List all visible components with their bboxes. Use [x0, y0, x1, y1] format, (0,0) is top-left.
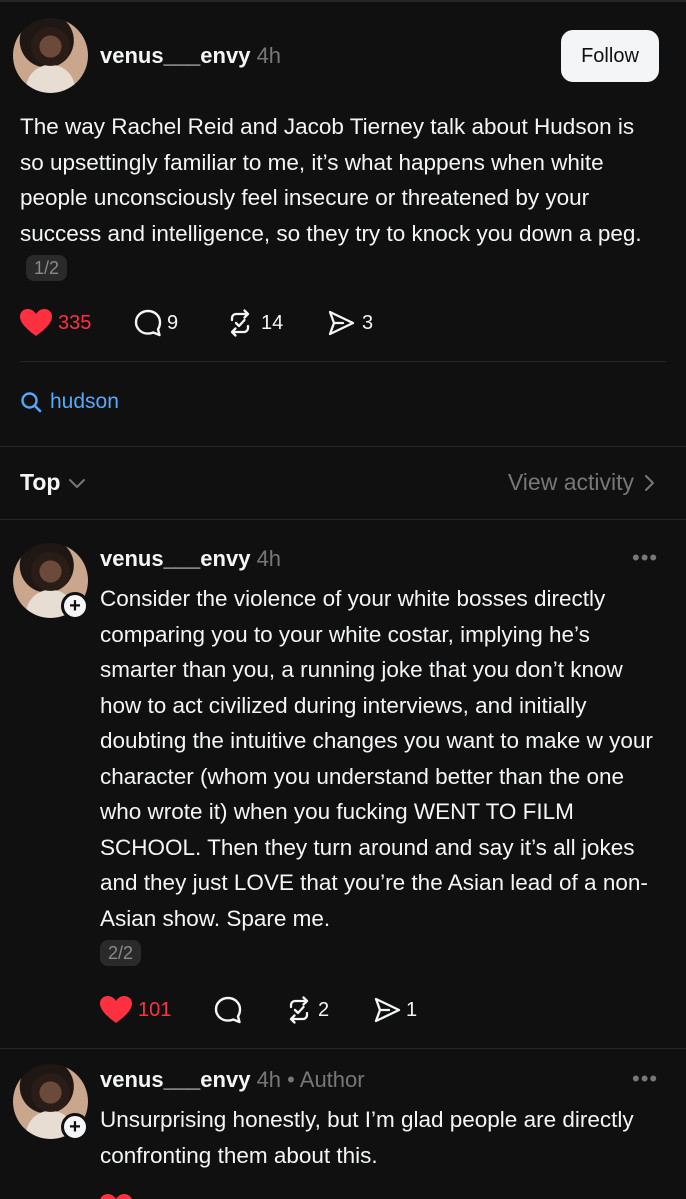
share-button[interactable]: 1 [372, 995, 417, 1025]
section-divider [0, 446, 686, 447]
share-button[interactable]: 3 [326, 308, 373, 338]
view-activity-link[interactable]: View activity [508, 469, 660, 496]
sort-label: Top [20, 469, 61, 495]
post-text: The way Rachel Reid and Jacob Tierney ta… [20, 109, 660, 287]
reply-actions: 101 2 1 [100, 995, 500, 1025]
repost-button[interactable]: 2 [284, 995, 329, 1025]
chevron-down-icon [69, 478, 86, 488]
top-divider [0, 0, 686, 2]
speech-bubble-icon [134, 309, 162, 337]
heart-icon [100, 1194, 132, 1199]
reply-button[interactable]: 9 [133, 308, 178, 338]
send-icon [328, 310, 355, 336]
reply-username[interactable]: venus___envy [100, 546, 250, 571]
repost-icon [289, 996, 309, 1024]
follow-button[interactable]: Follow [561, 30, 659, 82]
reply-actions-partial [100, 1194, 400, 1199]
more-icon[interactable]: ••• [632, 545, 658, 571]
speech-bubble-icon [214, 996, 242, 1024]
reply-avatar[interactable]: + [13, 1064, 89, 1141]
reply-time: 4h [256, 1067, 282, 1092]
more-icon[interactable]: ••• [632, 1066, 658, 1092]
like-count: 101 [138, 998, 172, 1021]
reply-text: Unsurprising honestly, but I’m glad peop… [100, 1102, 666, 1173]
reply-page-wrap: 2/2 [100, 940, 142, 966]
reply-body: Unsurprising honestly, but I’m glad peop… [100, 1107, 634, 1168]
chevron-right-icon [645, 474, 654, 491]
reply-button[interactable] [213, 995, 243, 1025]
post-time: 4h [256, 43, 282, 68]
thread-page-badge: 2/2 [100, 940, 142, 966]
author-tag: • Author [287, 1067, 365, 1092]
heart-icon [20, 309, 52, 336]
repost-button[interactable]: 14 [225, 308, 283, 338]
reply-count: 9 [167, 311, 179, 334]
sort-dropdown[interactable]: Top [20, 469, 88, 496]
username[interactable]: venus___envy [100, 43, 250, 68]
reply-avatar[interactable]: + [13, 543, 89, 620]
post-actions: 335 9 14 3 [20, 308, 440, 338]
reply-header: venus___envy 4h [100, 546, 281, 572]
reply-username[interactable]: venus___envy [100, 1067, 250, 1092]
repost-icon [230, 309, 250, 337]
reply-header: venus___envy 4h • Author [100, 1067, 365, 1093]
send-icon [374, 997, 401, 1023]
like-button[interactable]: 335 [20, 308, 91, 338]
post-header: venus___envy 4h [100, 43, 281, 69]
plus-icon[interactable]: + [61, 592, 89, 620]
thread-page-badge: 1/2 [26, 255, 68, 281]
post-body: The way Rachel Reid and Jacob Tierney ta… [20, 114, 642, 246]
reply-divider [0, 1048, 686, 1049]
reply-body: Consider the violence of your white boss… [100, 586, 653, 931]
replies-divider [0, 519, 686, 520]
topic-label: hudson [50, 390, 119, 413]
topic-tag[interactable]: hudson [20, 390, 119, 414]
like-count: 335 [58, 311, 92, 334]
topic-divider [20, 361, 666, 362]
search-icon [21, 392, 42, 413]
avatar[interactable] [13, 18, 88, 93]
share-count: 1 [406, 998, 418, 1021]
reply-time: 4h [256, 546, 282, 571]
sort-row: Top View activity [20, 465, 666, 501]
view-activity-label: View activity [507, 469, 634, 495]
heart-icon [100, 996, 132, 1023]
repost-count: 14 [261, 311, 284, 334]
share-count: 3 [362, 311, 374, 334]
plus-icon[interactable]: + [61, 1113, 89, 1141]
repost-count: 2 [318, 998, 330, 1021]
like-button[interactable]: 101 [100, 995, 171, 1025]
reply-text: Consider the violence of your white boss… [100, 581, 666, 936]
